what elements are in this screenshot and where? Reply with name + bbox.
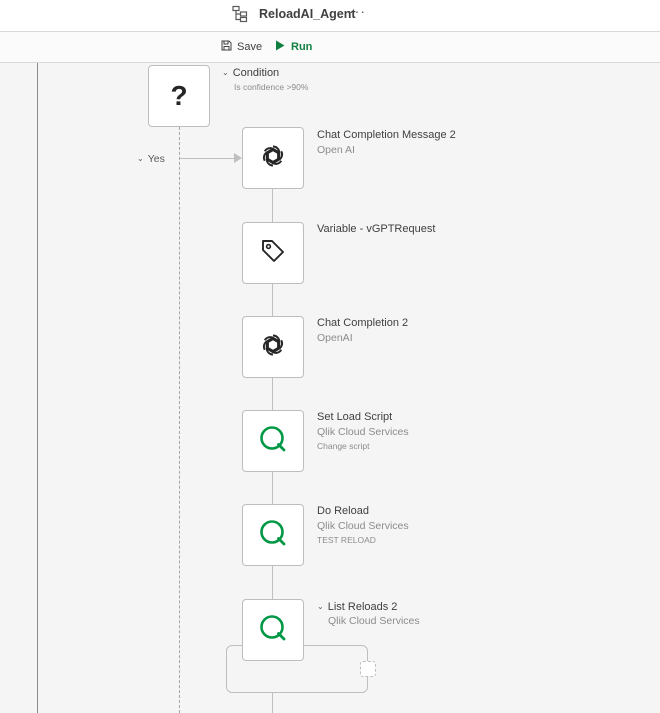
connector-line <box>272 472 273 505</box>
qlik-icon <box>258 613 288 648</box>
arrow-head-icon <box>234 153 242 163</box>
block-subtitle: Open AI <box>317 144 355 156</box>
yes-branch-toggle[interactable]: ⌄ Yes <box>137 153 165 165</box>
yes-branch-label: Yes <box>147 153 165 165</box>
qlik-icon <box>258 518 288 553</box>
block-subtitle: Qlik Cloud Services <box>317 426 409 438</box>
more-options-button[interactable]: ··· <box>349 3 366 19</box>
block-title: Chat Completion Message 2 <box>317 129 456 141</box>
variable-block[interactable] <box>242 222 304 284</box>
tag-icon <box>260 238 286 269</box>
do-reload-block[interactable] <box>242 504 304 566</box>
play-icon <box>275 40 285 54</box>
connector-line <box>272 284 273 317</box>
block-title: List Reloads 2 <box>327 601 398 613</box>
save-label: Save <box>237 41 263 53</box>
connector-line <box>272 566 273 599</box>
chat-completion-block[interactable] <box>242 316 304 378</box>
openai-icon <box>257 140 289 177</box>
block-subtitle: OpenAI <box>317 332 353 344</box>
else-branch-line <box>179 127 180 713</box>
automation-flow-icon <box>232 5 248 23</box>
qlik-icon <box>258 424 288 459</box>
top-bar: ReloadAI_Agent ··· <box>0 0 660 32</box>
yes-branch-arrow <box>180 158 236 159</box>
openai-icon <box>257 329 289 366</box>
block-title: Set Load Script <box>317 411 393 423</box>
set-load-script-block[interactable] <box>242 410 304 472</box>
condition-subtitle: Is confidence >90% <box>234 82 309 92</box>
chat-completion-message-block[interactable] <box>242 127 304 189</box>
chevron-down-icon: ⌄ <box>137 154 144 163</box>
condition-block[interactable]: ? <box>148 65 210 127</box>
save-button[interactable]: Save <box>221 40 262 54</box>
list-reloads-title-row[interactable]: ⌄ List Reloads 2 <box>317 601 397 613</box>
condition-symbol: ? <box>170 80 188 111</box>
condition-title-row[interactable]: ⌄ Condition <box>222 67 279 79</box>
block-title: Do Reload <box>317 505 369 517</box>
connector-line <box>272 378 273 411</box>
run-button[interactable]: Run <box>275 40 312 54</box>
connector-line <box>272 693 273 713</box>
toolbar: Save Run <box>0 32 660 63</box>
save-icon <box>221 40 232 54</box>
connector-line <box>272 189 273 222</box>
condition-title: Condition <box>232 67 280 79</box>
add-block-placeholder[interactable] <box>360 661 376 677</box>
block-subtitle: Qlik Cloud Services <box>317 520 409 532</box>
block-note: Change script <box>317 441 370 451</box>
chevron-down-icon[interactable]: ⌄ <box>317 602 324 611</box>
block-title: Variable - vGPTRequest <box>317 223 436 235</box>
block-title: Chat Completion 2 <box>317 317 409 329</box>
list-reloads-block[interactable] <box>242 599 304 661</box>
chevron-down-icon[interactable]: ⌄ <box>222 68 229 77</box>
outer-branch-line <box>37 63 38 713</box>
block-note: TEST RELOAD <box>317 535 376 545</box>
block-subtitle: Qlik Cloud Services <box>328 615 420 627</box>
flow-canvas[interactable]: ? ⌄ Condition Is confidence >90% ⌄ Yes Cha… <box>0 63 660 713</box>
app-title: ReloadAI_Agent <box>259 7 356 21</box>
run-label: Run <box>291 41 313 53</box>
